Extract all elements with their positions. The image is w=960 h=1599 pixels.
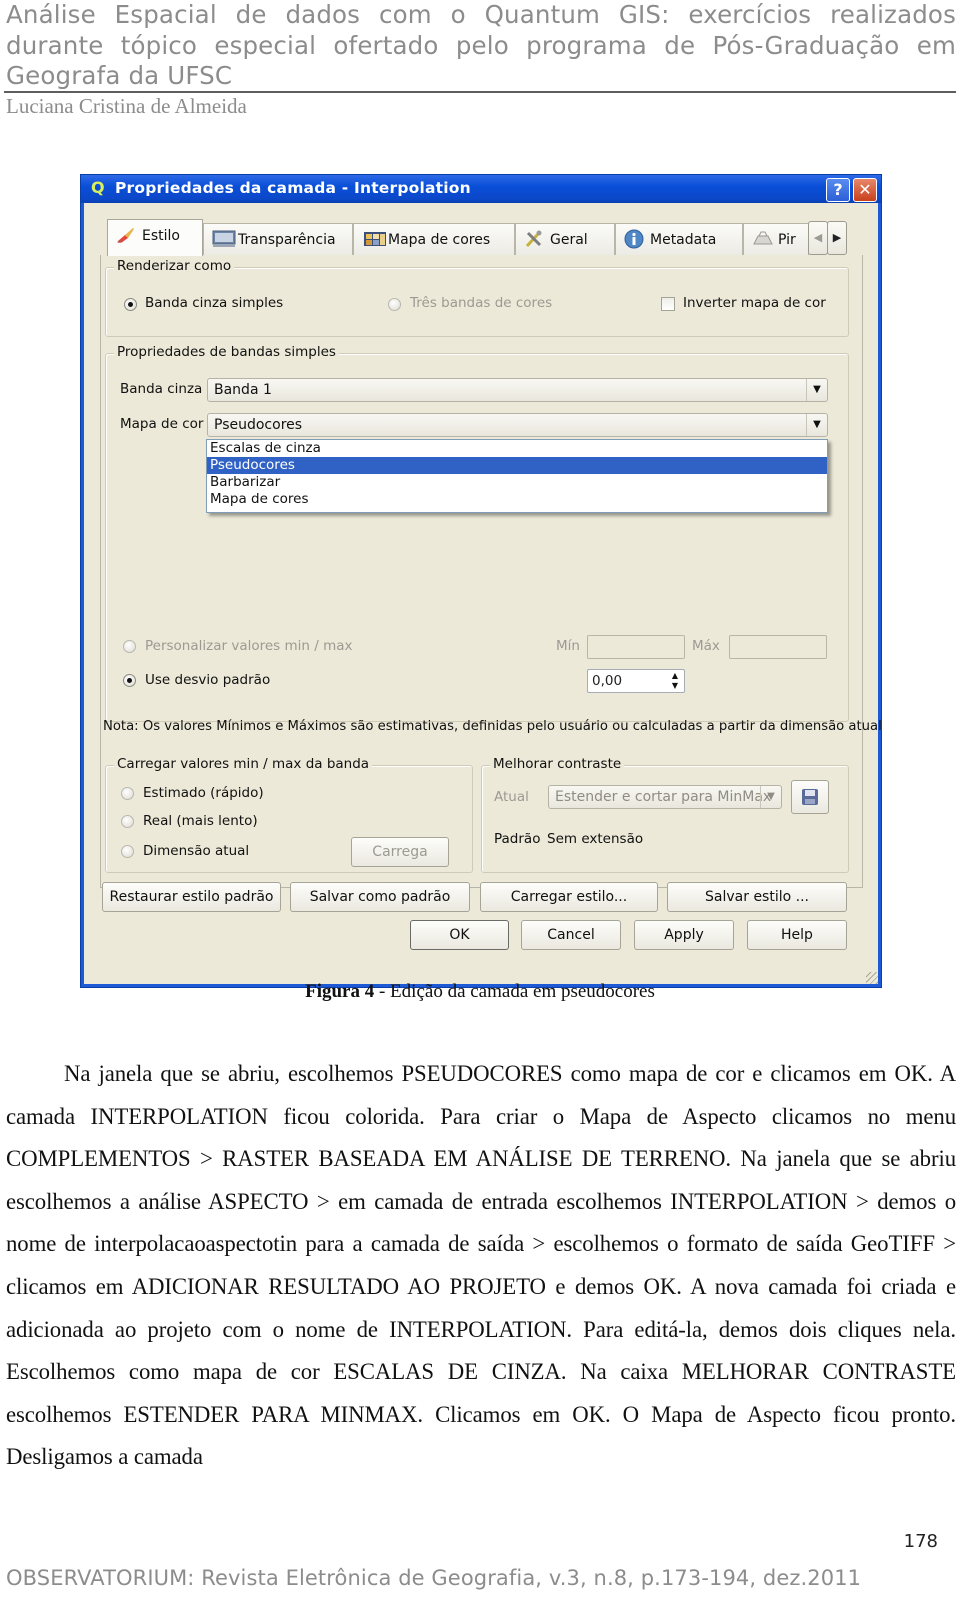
stddev-value: 0,00 <box>592 673 623 689</box>
single-band-gray-label: Banda cinza simples <box>145 295 284 311</box>
transparency-icon <box>212 230 236 247</box>
color-map-select[interactable]: Pseudocores ▼ <box>207 413 828 437</box>
tab-label: Geral <box>550 232 588 248</box>
use-stddev-radio[interactable] <box>123 674 136 687</box>
color-map-option-freakout[interactable]: Barbarizar <box>207 474 827 491</box>
min-label: Mín <box>556 638 580 654</box>
tools-icon <box>525 230 542 248</box>
color-map-option-colormap[interactable]: Mapa de cores <box>207 491 827 508</box>
close-button[interactable]: ✕ <box>853 178 877 202</box>
chevron-down-icon: ▼ <box>806 379 827 401</box>
chevron-down-icon: ▼ <box>760 786 781 808</box>
tab-metadata[interactable]: Metadata <box>615 223 743 255</box>
actual-radio[interactable] <box>121 815 134 828</box>
tab-geral[interactable]: Geral <box>515 223 615 255</box>
gray-band-value: Banda 1 <box>214 382 272 398</box>
three-band-color-label: Três bandas de cores <box>410 295 553 311</box>
three-band-color-radio[interactable] <box>388 298 401 311</box>
single-band-gray-radio[interactable] <box>124 298 137 311</box>
color-map-label: Mapa de cor <box>120 416 204 432</box>
dialog-title: Propriedades da camada - Interpolation <box>115 179 471 197</box>
layer-properties-dialog: Q Propriedades da camada - Interpolation… <box>80 174 882 988</box>
save-as-default-button[interactable]: Salvar como padrão <box>290 882 470 912</box>
estimated-label: Estimado (rápido) <box>143 785 264 801</box>
invert-color-map-checkbox[interactable] <box>661 297 675 311</box>
floppy-disk-icon <box>802 789 818 805</box>
colormap-icon <box>364 232 386 246</box>
ok-button[interactable]: OK <box>410 920 509 950</box>
tab-transparencia[interactable]: Transparência <box>203 223 353 255</box>
current-contrast-label: Atual <box>494 789 529 805</box>
restore-default-style-button[interactable]: Restaurar estilo padrão <box>102 882 281 912</box>
minmax-note: Nota: Os valores Mínimos e Máximos são e… <box>103 719 882 734</box>
figure-caption: Figura 4 - Edição da camada em pseudocor… <box>0 981 960 1003</box>
single-band-properties-label: Propriedades de bandas simples <box>114 344 339 360</box>
tab-label: Transparência <box>238 232 336 248</box>
current-extent-label: Dimensão atual <box>143 843 250 859</box>
info-icon <box>624 229 644 249</box>
spin-arrows-icon[interactable]: ▲ ▼ <box>667 671 683 691</box>
max-value-input[interactable] <box>729 635 827 659</box>
cancel-button[interactable]: Cancel <box>521 920 621 950</box>
use-stddev-label: Use desvio padrão <box>145 672 271 688</box>
contrast-enhancement-label: Melhorar contraste <box>490 756 625 772</box>
tab-label: Estilo <box>142 228 180 244</box>
contrast-value: Estender e cortar para MinMax <box>555 789 772 805</box>
load-button[interactable]: Carrega <box>351 837 449 867</box>
figure-label: Figura 4 <box>305 981 375 1002</box>
render-as-label: Renderizar como <box>114 258 235 274</box>
tab-label: Pir <box>778 232 796 248</box>
tab-scroll-left-button[interactable]: ◀ <box>808 221 828 255</box>
help-button[interactable]: Help <box>747 920 847 950</box>
journal-footer: OBSERVATORIUM: Revista Eletrônica de Geo… <box>6 1566 862 1590</box>
running-header-author: Luciana Cristina de Almeida <box>6 94 247 118</box>
pyramid-icon <box>753 231 773 245</box>
min-value-input[interactable] <box>587 635 685 659</box>
tab-mapa-de-cores[interactable]: Mapa de cores <box>353 223 515 255</box>
tab-estilo[interactable]: Estilo <box>107 219 203 256</box>
custom-minmax-radio[interactable] <box>123 640 136 653</box>
color-map-option-grayscale[interactable]: Escalas de cinza <box>207 440 827 457</box>
help-title-button[interactable]: ? <box>826 178 850 202</box>
color-map-value: Pseudocores <box>214 417 303 433</box>
chevron-down-icon: ▼ <box>806 414 827 436</box>
save-contrast-button[interactable] <box>791 780 829 814</box>
stddev-spinbox[interactable]: 0,00 ▲ ▼ <box>587 669 685 693</box>
dialog-titlebar[interactable]: Q Propriedades da camada - Interpolation… <box>81 175 881 203</box>
tab-scroll-right-button[interactable]: ▶ <box>827 221 847 255</box>
gray-band-label: Banda cinza <box>120 381 203 397</box>
tab-piramides[interactable]: Pir <box>743 223 809 255</box>
paintbrush-icon <box>117 228 134 243</box>
body-paragraph: Na janela que se abriu, escolhemos PSEUD… <box>6 1061 956 1470</box>
page-number: 178 <box>903 1531 938 1552</box>
estimated-radio[interactable] <box>121 787 134 800</box>
custom-minmax-label: Personalizar valores min / max <box>145 638 353 654</box>
tab-label: Mapa de cores <box>388 232 491 248</box>
tab-label: Metadata <box>650 232 717 248</box>
load-style-button[interactable]: Carregar estilo... <box>480 882 658 912</box>
single-band-properties-group: Propriedades de bandas simples <box>105 344 849 722</box>
figure-caption-text: - Edição da camada em pseudocores <box>374 981 655 1002</box>
running-header-title: Análise Espacial de dados com o Quantum … <box>6 0 956 90</box>
load-minmax-label: Carregar valores min / max da banda <box>114 756 373 772</box>
max-label: Máx <box>692 638 720 654</box>
qgis-logo-icon: Q <box>91 178 105 197</box>
save-style-button[interactable]: Salvar estilo ... <box>667 882 847 912</box>
invert-color-map-label: Inverter mapa de cor <box>683 295 826 311</box>
contrast-select[interactable]: Estender e cortar para MinMax ▼ <box>548 785 782 809</box>
default-contrast-label: Padrão <box>494 831 541 847</box>
apply-button[interactable]: Apply <box>634 920 734 950</box>
color-map-dropdown-list: Escalas de cinza Pseudocores Barbarizar … <box>206 439 828 513</box>
default-contrast-value: Sem extensão <box>547 831 644 847</box>
actual-label: Real (mais lento) <box>143 813 258 829</box>
gray-band-select[interactable]: Banda 1 ▼ <box>207 378 828 402</box>
header-divider <box>4 91 956 93</box>
color-map-option-pseudocolor[interactable]: Pseudocores <box>207 457 827 474</box>
current-extent-radio[interactable] <box>121 845 134 858</box>
